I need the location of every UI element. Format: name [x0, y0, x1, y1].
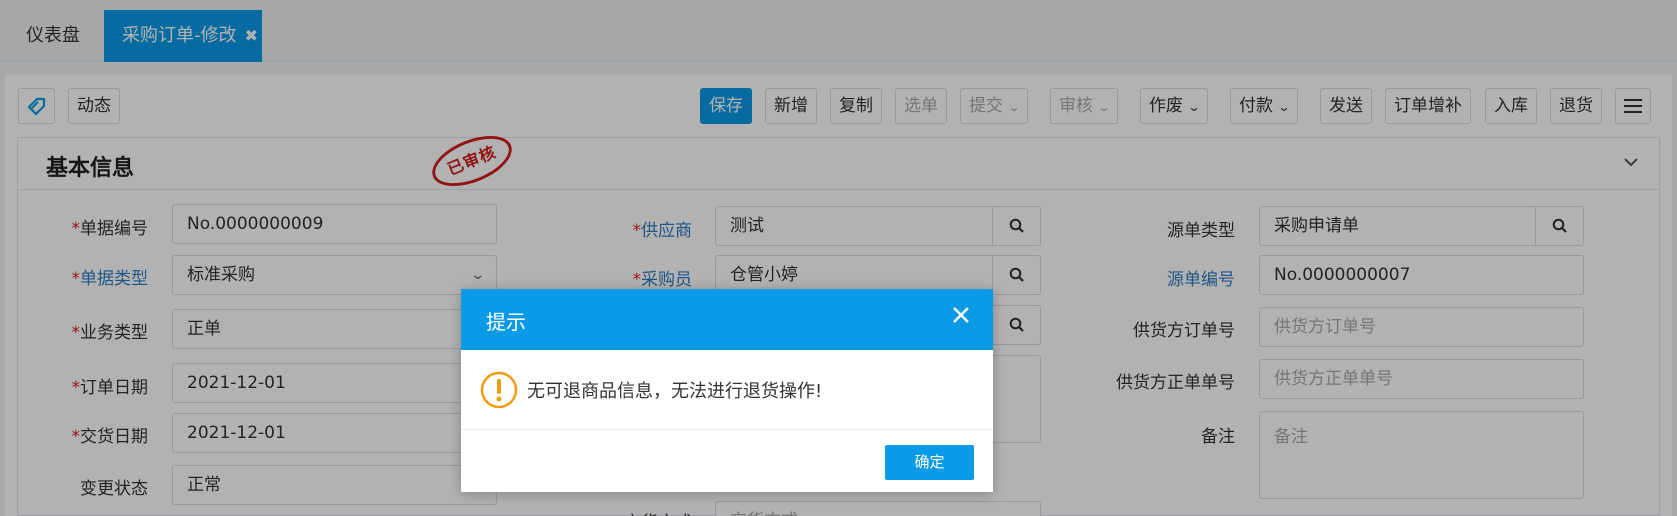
dialog-body: 无可退商品信息，无法进行退货操作!: [461, 350, 993, 430]
confirm-button[interactable]: 确定: [885, 445, 974, 480]
close-icon[interactable]: [949, 303, 973, 327]
dialog-header: 提示: [461, 289, 993, 350]
dialog-message: 无可退商品信息，无法进行退货操作!: [527, 381, 823, 402]
warning-icon: [480, 371, 518, 409]
alert-dialog: 提示 无可退商品信息，无法进行退货操作! 确定: [461, 289, 993, 492]
dialog-title: 提示: [486, 310, 526, 334]
